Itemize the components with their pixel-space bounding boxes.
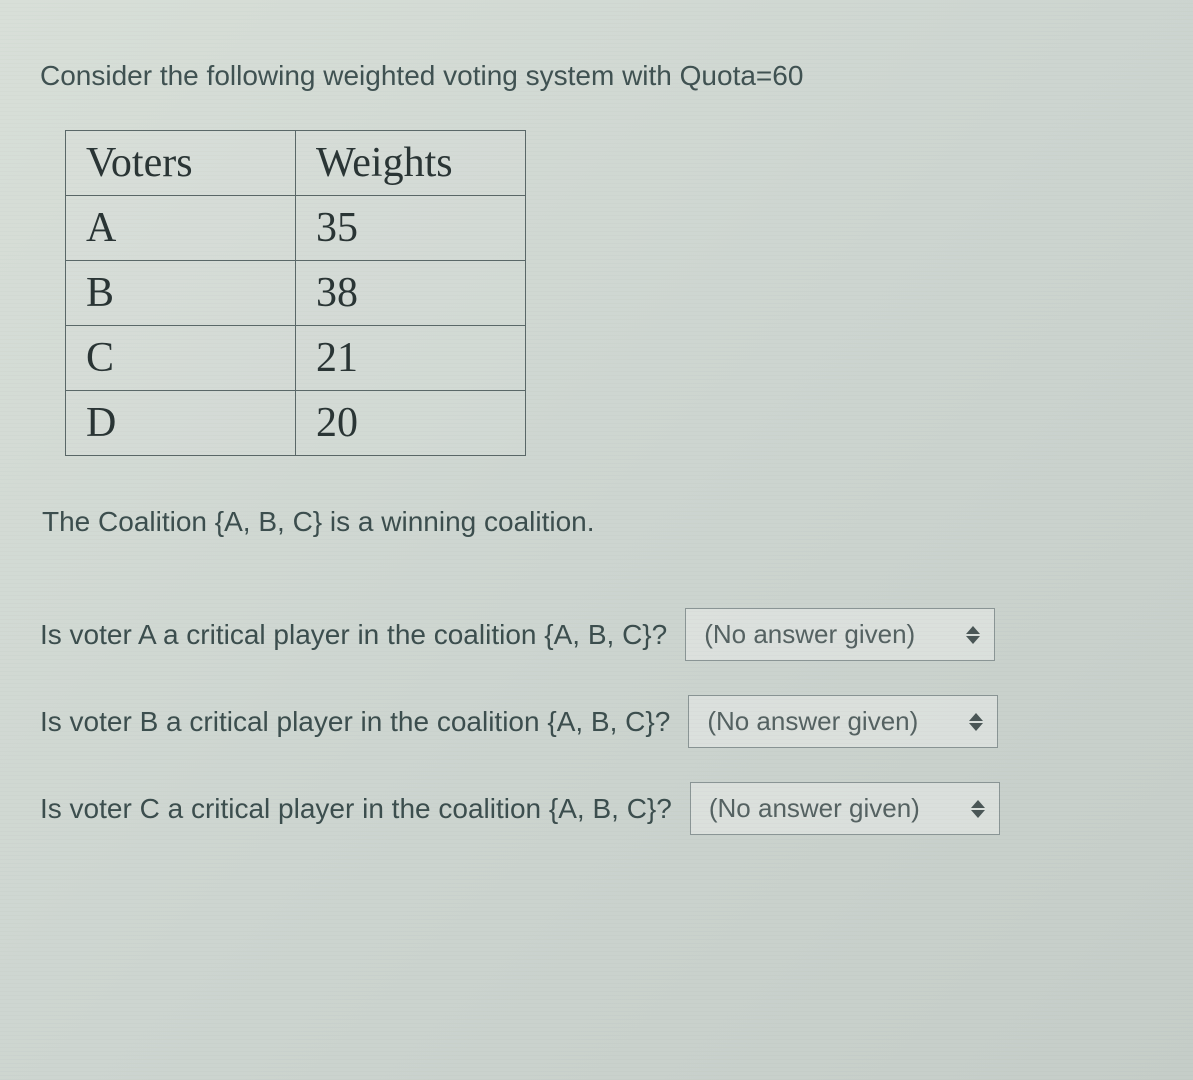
question-text: Is voter A a critical player in the coal… bbox=[40, 619, 667, 651]
cell-voter: C bbox=[66, 326, 296, 391]
question-text: Is voter B a critical player in the coal… bbox=[40, 706, 670, 738]
voter-weights-table: Voters Weights A 35 B 38 C 21 D 20 bbox=[65, 130, 526, 456]
cell-weight: 20 bbox=[296, 391, 526, 456]
header-weights: Weights bbox=[296, 131, 526, 196]
dropdown-selected: (No answer given) bbox=[707, 706, 918, 737]
table-header-row: Voters Weights bbox=[66, 131, 526, 196]
sort-arrows-icon bbox=[966, 626, 980, 644]
cell-voter: A bbox=[66, 196, 296, 261]
header-voters: Voters bbox=[66, 131, 296, 196]
cell-voter: D bbox=[66, 391, 296, 456]
table-row: C 21 bbox=[66, 326, 526, 391]
question-row-b: Is voter B a critical player in the coal… bbox=[40, 695, 1153, 748]
cell-weight: 35 bbox=[296, 196, 526, 261]
answer-dropdown-c[interactable]: (No answer given) bbox=[690, 782, 1000, 835]
table-row: D 20 bbox=[66, 391, 526, 456]
question-text: Is voter C a critical player in the coal… bbox=[40, 793, 672, 825]
intro-text: Consider the following weighted voting s… bbox=[40, 60, 1153, 92]
dropdown-selected: (No answer given) bbox=[704, 619, 915, 650]
cell-voter: B bbox=[66, 261, 296, 326]
question-row-a: Is voter A a critical player in the coal… bbox=[40, 608, 1153, 661]
table-row: A 35 bbox=[66, 196, 526, 261]
answer-dropdown-b[interactable]: (No answer given) bbox=[688, 695, 998, 748]
sort-arrows-icon bbox=[969, 713, 983, 731]
table-row: B 38 bbox=[66, 261, 526, 326]
cell-weight: 21 bbox=[296, 326, 526, 391]
answer-dropdown-a[interactable]: (No answer given) bbox=[685, 608, 995, 661]
question-row-c: Is voter C a critical player in the coal… bbox=[40, 782, 1153, 835]
dropdown-selected: (No answer given) bbox=[709, 793, 920, 824]
sort-arrows-icon bbox=[971, 800, 985, 818]
coalition-statement: The Coalition {A, B, C} is a winning coa… bbox=[42, 506, 1153, 538]
cell-weight: 38 bbox=[296, 261, 526, 326]
